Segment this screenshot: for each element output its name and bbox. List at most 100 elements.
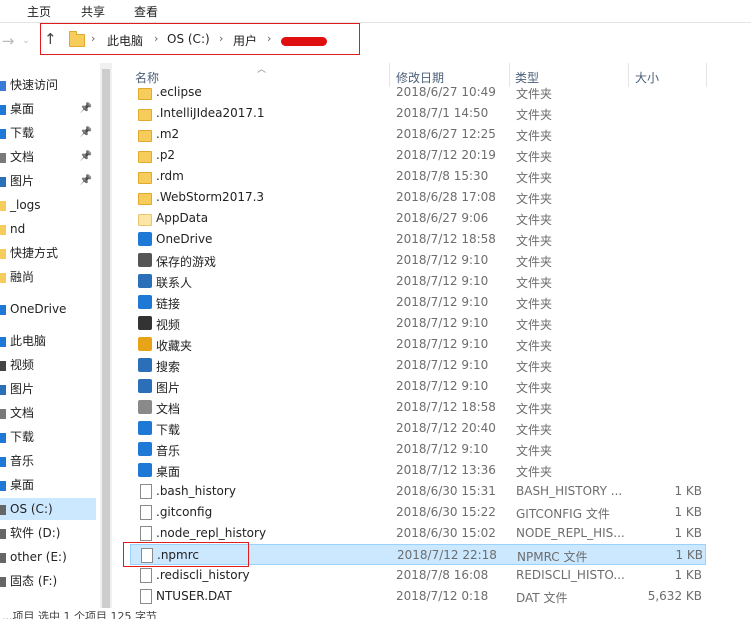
file-name: 保存的游戏: [156, 255, 217, 269]
file-size: 1 KB: [674, 526, 702, 540]
file-row[interactable]: 联系人 2018/7/12 9:10 文件夹: [130, 271, 706, 292]
file-date: 2018/7/8 15:30: [396, 169, 489, 183]
sidebar-item-label: 文档: [10, 406, 35, 420]
contacts-icon: [138, 274, 152, 288]
file-row[interactable]: 音乐 2018/7/12 9:10 文件夹: [130, 439, 706, 460]
file-row[interactable]: .bash_history 2018/6/30 15:31 BASH_HISTORY…: [130, 481, 706, 502]
file-row[interactable]: .IntelliJIdea2017.1 2018/7/1 14:50 文件夹: [130, 103, 706, 124]
file-date: 2018/6/30 15:22: [396, 505, 496, 519]
document-icon: [138, 400, 152, 414]
file-row[interactable]: .eclipse 2018/6/27 10:49 文件夹: [130, 82, 706, 103]
file-row[interactable]: 视频 2018/7/12 9:10 文件夹: [130, 313, 706, 334]
address-bar[interactable]: ↑ › 此电脑 › OS (C:) › 用户 ›: [40, 23, 360, 55]
file-size: 1 KB: [674, 505, 702, 519]
sidebar-item[interactable]: 视频: [0, 354, 96, 376]
file-row[interactable]: .rdm 2018/7/8 15:30 文件夹: [130, 166, 706, 187]
sidebar-item-label: OneDrive: [10, 302, 67, 316]
file-list: .eclipse 2018/6/27 10:49 文件夹 .IntelliJIdea2…: [118, 82, 751, 619]
sidebar-item[interactable]: 下载: [0, 426, 96, 448]
file-date: 2018/7/12 22:18: [397, 548, 497, 562]
file-row[interactable]: 链接 2018/7/12 9:10 文件夹: [130, 292, 706, 313]
sidebar-item[interactable]: 此电脑: [0, 330, 96, 352]
file-type: 文件夹: [516, 423, 553, 437]
file-row[interactable]: .m2 2018/6/27 12:25 文件夹: [130, 124, 706, 145]
file-date: 2018/6/27 10:49: [396, 85, 496, 99]
sidebar-item[interactable]: 桌面 📌: [0, 98, 96, 120]
sidebar-item[interactable]: _logs: [0, 194, 96, 216]
sidebar-item-label: other (E:): [10, 550, 67, 564]
file-row[interactable]: .p2 2018/7/12 20:19 文件夹: [130, 145, 706, 166]
sidebar-item-label: 软件 (D:): [10, 526, 61, 540]
file-type: 文件夹: [516, 150, 553, 164]
file-row[interactable]: 收藏夹 2018/7/12 9:10 文件夹: [130, 334, 706, 355]
breadcrumb-separator: ›: [91, 32, 96, 45]
file-row[interactable]: .gitconfig 2018/6/30 15:22 GITCONFIG 文件 1 K…: [130, 502, 706, 523]
file-row[interactable]: NTUSER.DAT 2018/7/12 0:18 DAT 文件 5,632 KB: [130, 586, 706, 607]
folder-icon: [138, 88, 152, 100]
pin-icon[interactable]: 📌: [80, 170, 92, 192]
sidebar-item[interactable]: 固态 (F:): [0, 570, 96, 592]
sidebar-item[interactable]: 图片 📌: [0, 170, 96, 192]
picture-icon: [138, 379, 152, 393]
file-row[interactable]: 文档 2018/7/12 18:58 文件夹: [130, 397, 706, 418]
tab-share[interactable]: 共享: [81, 3, 105, 20]
sidebar-item[interactable]: other (E:): [0, 546, 96, 568]
sidebar-item[interactable]: 融尚: [0, 266, 96, 288]
sidebar-item[interactable]: OneDrive: [0, 298, 96, 320]
tab-home[interactable]: 主页: [27, 3, 51, 20]
sidebar-item[interactable]: 音乐: [0, 450, 96, 472]
sidebar-item-label: 音乐: [10, 454, 35, 468]
folder-icon: [138, 109, 152, 121]
file-name: OneDrive: [156, 232, 213, 246]
file-row[interactable]: .WebStorm2017.3 2018/6/28 17:08 文件夹: [130, 187, 706, 208]
file-type: NPMRC 文件: [517, 550, 588, 564]
file-date: 2018/7/12 9:10: [396, 274, 489, 288]
breadcrumb-this-pc[interactable]: 此电脑: [107, 32, 143, 49]
folder-icon: [138, 172, 152, 184]
sidebar-item[interactable]: 文档 📌: [0, 146, 96, 168]
up-arrow-icon[interactable]: ↑: [44, 30, 57, 48]
games-icon: [138, 253, 152, 267]
search-icon: [138, 358, 152, 372]
sidebar-item[interactable]: 快捷方式: [0, 242, 96, 264]
file-row[interactable]: 桌面 2018/7/12 13:36 文件夹: [130, 460, 706, 481]
pin-icon[interactable]: 📌: [80, 146, 92, 168]
file-name: 文档: [156, 402, 181, 416]
highlight-annotation: [123, 542, 249, 567]
tab-view[interactable]: 查看: [134, 3, 158, 20]
breadcrumb-os-drive[interactable]: OS (C:): [167, 32, 210, 46]
file-row[interactable]: .rediscli_history 2018/7/8 16:08 REDISCLI_…: [130, 565, 706, 586]
file-name: .rdm: [156, 169, 184, 183]
video-icon: [138, 316, 152, 330]
file-type: NODE_REPL_HIS...: [516, 526, 625, 540]
file-row[interactable]: AppData 2018/6/27 9:06 文件夹: [130, 208, 706, 229]
file-size: 1 KB: [675, 548, 703, 562]
sidebar-item[interactable]: 图片: [0, 378, 96, 400]
folder-icon: [138, 151, 152, 163]
pin-icon[interactable]: 📌: [80, 122, 92, 144]
sidebar-item[interactable]: 快速访问: [0, 74, 96, 96]
sidebar-item[interactable]: nd: [0, 218, 96, 240]
recent-locations-chevron-icon[interactable]: ⌄: [18, 31, 34, 51]
file-name: .node_repl_history: [156, 526, 267, 540]
pin-icon[interactable]: 📌: [80, 98, 92, 120]
sidebar-item[interactable]: 文档: [0, 402, 96, 424]
file-type: 文件夹: [516, 339, 553, 353]
file-type: BASH_HISTORY ...: [516, 484, 623, 498]
file-name: 视频: [156, 318, 181, 332]
sidebar-item[interactable]: 软件 (D:): [0, 522, 96, 544]
file-row[interactable]: 图片 2018/7/12 9:10 文件夹: [130, 376, 706, 397]
sidebar-item[interactable]: OS (C:): [0, 498, 96, 520]
sidebar-item[interactable]: 桌面: [0, 474, 96, 496]
sidebar-item[interactable]: 下载 📌: [0, 122, 96, 144]
navigation-scrollbar[interactable]: [100, 63, 112, 619]
file-row[interactable]: 下载 2018/7/12 20:40 文件夹: [130, 418, 706, 439]
file-row[interactable]: 保存的游戏 2018/7/12 9:10 文件夹: [130, 250, 706, 271]
sidebar-item-label: 文档: [10, 150, 35, 164]
file-row[interactable]: .node_repl_history 2018/6/30 15:02 NODE_RE…: [130, 523, 706, 544]
breadcrumb-users[interactable]: 用户: [233, 32, 257, 49]
forward-arrow-icon[interactable]: →: [0, 31, 16, 51]
file-name: .bash_history: [156, 484, 236, 498]
file-row[interactable]: 搜索 2018/7/12 9:10 文件夹: [130, 355, 706, 376]
file-row[interactable]: OneDrive 2018/7/12 18:58 文件夹: [130, 229, 706, 250]
